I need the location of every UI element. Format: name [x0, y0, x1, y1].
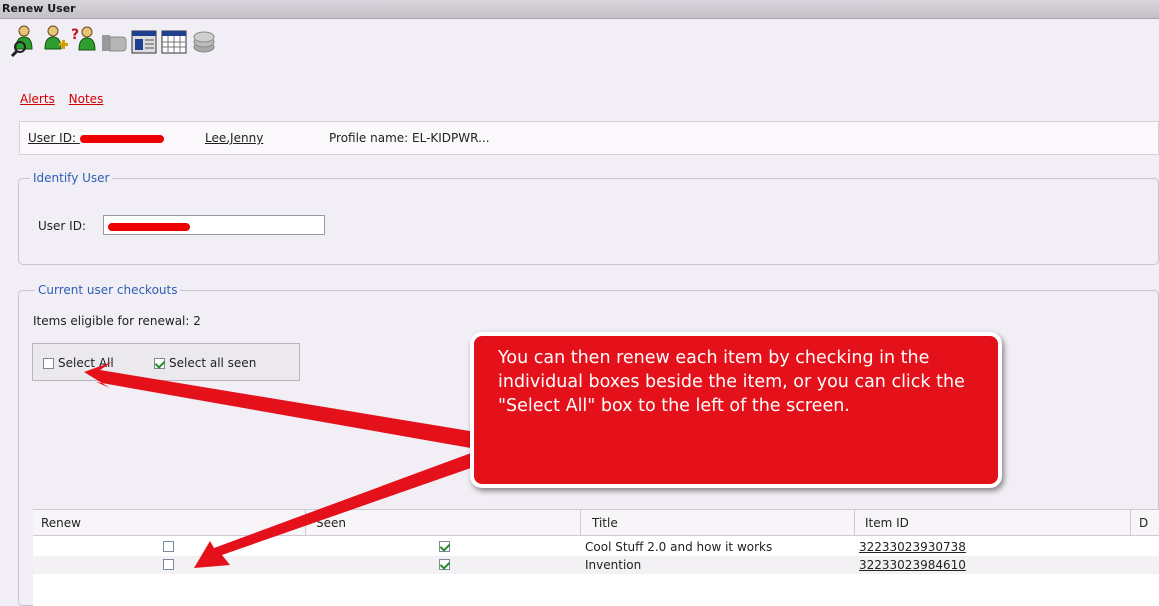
annotation-arrows [84, 362, 488, 568]
arrow-to-select-all [84, 362, 488, 450]
instruction-callout: You can then renew each item by checking… [470, 332, 1002, 488]
callout-text: You can then renew each item by checking… [498, 348, 965, 416]
arrow-to-renew-checkboxes [194, 449, 488, 568]
